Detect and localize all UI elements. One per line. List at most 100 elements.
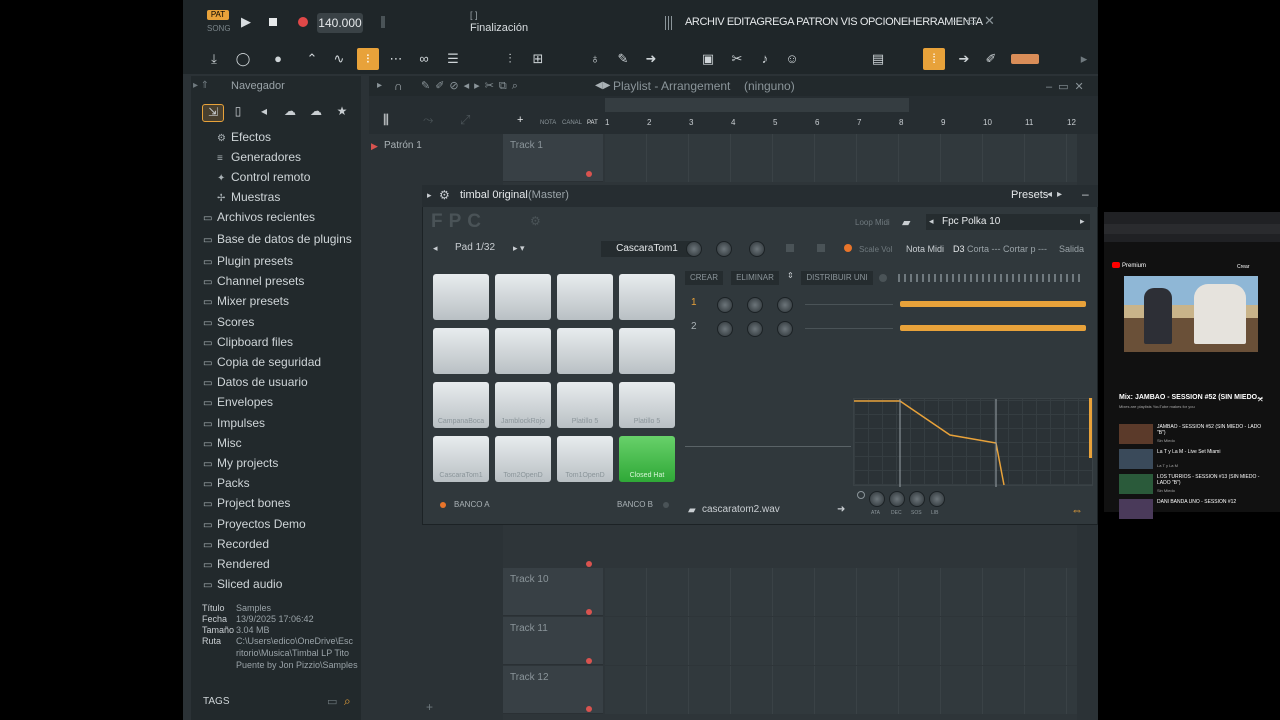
drum-pad[interactable]: [557, 328, 613, 374]
browser-tab-cloud-icon[interactable]: ☁: [279, 104, 301, 122]
presets-button[interactable]: Presets: [1011, 189, 1048, 201]
sample-swap-icon[interactable]: ⇔: [1071, 503, 1083, 517]
browser-item[interactable]: ▭ Envelopes: [203, 395, 273, 409]
eliminar-button[interactable]: ELIMINAR: [731, 271, 779, 285]
pad-knob[interactable]: [686, 241, 702, 257]
bar-number[interactable]: 10: [983, 118, 992, 127]
add-icon[interactable]: +: [517, 114, 523, 126]
playlist-pattern-select[interactable]: (ninguno): [744, 79, 795, 93]
fpc-arrow-icon[interactable]: ▸: [427, 190, 432, 201]
browser-tab-plugins-icon[interactable]: ◂: [253, 104, 275, 122]
browser-tab-star-icon[interactable]: ★: [331, 104, 353, 122]
track-lane[interactable]: [605, 666, 1077, 714]
mic-icon[interactable]: ♪: [754, 48, 776, 70]
sample-next-icon[interactable]: ➜: [837, 504, 845, 515]
bank-b-button[interactable]: BANCO B: [617, 500, 653, 509]
bank-b-led[interactable]: [663, 502, 669, 508]
mix-list-item[interactable]: La T y La M - Live Set Miami La T y La M: [1119, 449, 1269, 471]
video-player[interactable]: [1124, 276, 1258, 352]
playlist-window-controls[interactable]: –▭✕: [1046, 80, 1090, 93]
mix-list-item[interactable]: LOS TURRIOS - SESSION #13 (SIN MIEDO - L…: [1119, 474, 1269, 496]
browser-item[interactable]: ✢ Muestras: [217, 190, 280, 204]
snap-icon[interactable]: ⁝: [357, 48, 379, 70]
bar-number[interactable]: 7: [857, 118, 861, 127]
drum-pad[interactable]: Tom1OpenD: [557, 436, 613, 482]
envelope-editor[interactable]: [853, 398, 1093, 487]
sample-name[interactable]: cascaratom2.wav: [702, 504, 780, 515]
pad-prev-icon[interactable]: ◂: [433, 243, 438, 254]
pattern-item[interactable]: Patrón 1: [384, 140, 422, 151]
master-pitch-slider[interactable]: [381, 16, 385, 28]
bar-number[interactable]: 5: [773, 118, 777, 127]
env-toggle[interactable]: [857, 491, 865, 499]
chat-icon[interactable]: ☺: [781, 48, 803, 70]
playlist-icon[interactable]: ☰: [442, 48, 464, 70]
record-icon[interactable]: [298, 17, 308, 27]
preset-nav-icon[interactable]: ◂▸: [1047, 189, 1067, 200]
sample-folder-icon[interactable]: ▰: [688, 505, 696, 516]
pattern-icon[interactable]: ⋯: [385, 48, 407, 70]
layout-icon[interactable]: ▤: [867, 48, 889, 70]
browser-item[interactable]: ▭ Project bones: [203, 496, 290, 510]
browser-item[interactable]: ▭ Recorded: [203, 537, 269, 551]
browser-item[interactable]: ▭ Plugin presets: [203, 254, 293, 268]
browser-item[interactable]: ▭ Sliced audio: [203, 577, 282, 591]
mute-led[interactable]: [786, 244, 794, 252]
toolbar-scroll-icon[interactable]: ▸: [1073, 48, 1095, 70]
pad-knob[interactable]: [716, 241, 732, 257]
metronome-icon[interactable]: ⌃: [301, 48, 323, 70]
browser-tabs[interactable]: [1104, 212, 1280, 224]
mix-list-item[interactable]: JAMBAO - SESSION #52 (SIN MIEDO - LADO "…: [1119, 424, 1269, 446]
browser-item[interactable]: ▭ Clipboard files: [203, 335, 293, 349]
arrow-icon[interactable]: ➜: [640, 48, 662, 70]
step-seq-icon[interactable]: ⁞: [923, 48, 945, 70]
color-swatch[interactable]: [1011, 54, 1039, 64]
browser-item[interactable]: ▭ Scores: [203, 315, 254, 329]
fpc-minimize-icon[interactable]: –: [1082, 187, 1089, 201]
browser-item[interactable]: ≡ Generadores: [217, 150, 301, 164]
add-track-icon[interactable]: +: [426, 700, 433, 714]
cut-settings[interactable]: Corta --- Cortar p ---: [967, 244, 1047, 254]
layer-knob[interactable]: [747, 297, 763, 313]
automation-icon[interactable]: ⤳: [423, 112, 433, 128]
drum-pad[interactable]: CascaraTom1: [433, 436, 489, 482]
drum-pad[interactable]: Tom2OpenD: [495, 436, 551, 482]
browser-tab-cloud2-icon[interactable]: ☁: [305, 104, 327, 122]
mixer-icon[interactable]: ⫶: [499, 48, 521, 70]
drum-pad[interactable]: [619, 274, 675, 320]
video-thumbnail[interactable]: [1119, 474, 1153, 494]
bar-number[interactable]: 11: [1025, 118, 1033, 127]
drum-pad[interactable]: [557, 274, 613, 320]
minimize-icon[interactable]: –: [950, 15, 956, 27]
envelope-knob[interactable]: [909, 491, 925, 507]
bar-number[interactable]: 9: [941, 118, 945, 127]
playlist-scrollbar[interactable]: [605, 98, 909, 112]
youtube-logo-icon[interactable]: [1112, 262, 1120, 268]
bar-number[interactable]: 2: [647, 118, 651, 127]
layer-led[interactable]: [879, 274, 887, 282]
bar-number[interactable]: 12: [1067, 118, 1076, 127]
tempo-display[interactable]: 140.000: [317, 13, 363, 33]
track-mute-dot[interactable]: [586, 171, 592, 177]
bank-a-button[interactable]: BANCO A: [454, 500, 490, 509]
drum-pad[interactable]: JamblockRojo: [495, 382, 551, 428]
waveform-icon[interactable]: ∿: [328, 48, 350, 70]
pad-knob[interactable]: [749, 241, 765, 257]
pat-mode-badge[interactable]: PAT: [207, 10, 229, 20]
track-lane[interactable]: [605, 568, 1077, 616]
brush-icon[interactable]: ✎: [612, 48, 634, 70]
pad-selector[interactable]: Pad 1/32: [455, 242, 495, 253]
browser-item[interactable]: ▭ Channel presets: [203, 274, 304, 288]
layer-knob[interactable]: [747, 321, 763, 337]
bar-number[interactable]: 4: [731, 118, 735, 127]
drum-pad[interactable]: [433, 274, 489, 320]
preset-selector[interactable]: Fpc Polka 10: [926, 214, 1090, 230]
layer-knob[interactable]: [777, 297, 793, 313]
cut-icon[interactable]: ✂: [726, 48, 748, 70]
drum-pad[interactable]: CampanaBoca: [433, 382, 489, 428]
stop-icon[interactable]: [269, 18, 277, 26]
envelope-knob[interactable]: [869, 491, 885, 507]
fpc-settings-icon[interactable]: ⚙: [530, 214, 541, 228]
main-menu[interactable]: ARCHIV EDITAGREGA PATRON VIS OPCIONEHERR…: [685, 16, 983, 28]
drum-pad[interactable]: [495, 328, 551, 374]
